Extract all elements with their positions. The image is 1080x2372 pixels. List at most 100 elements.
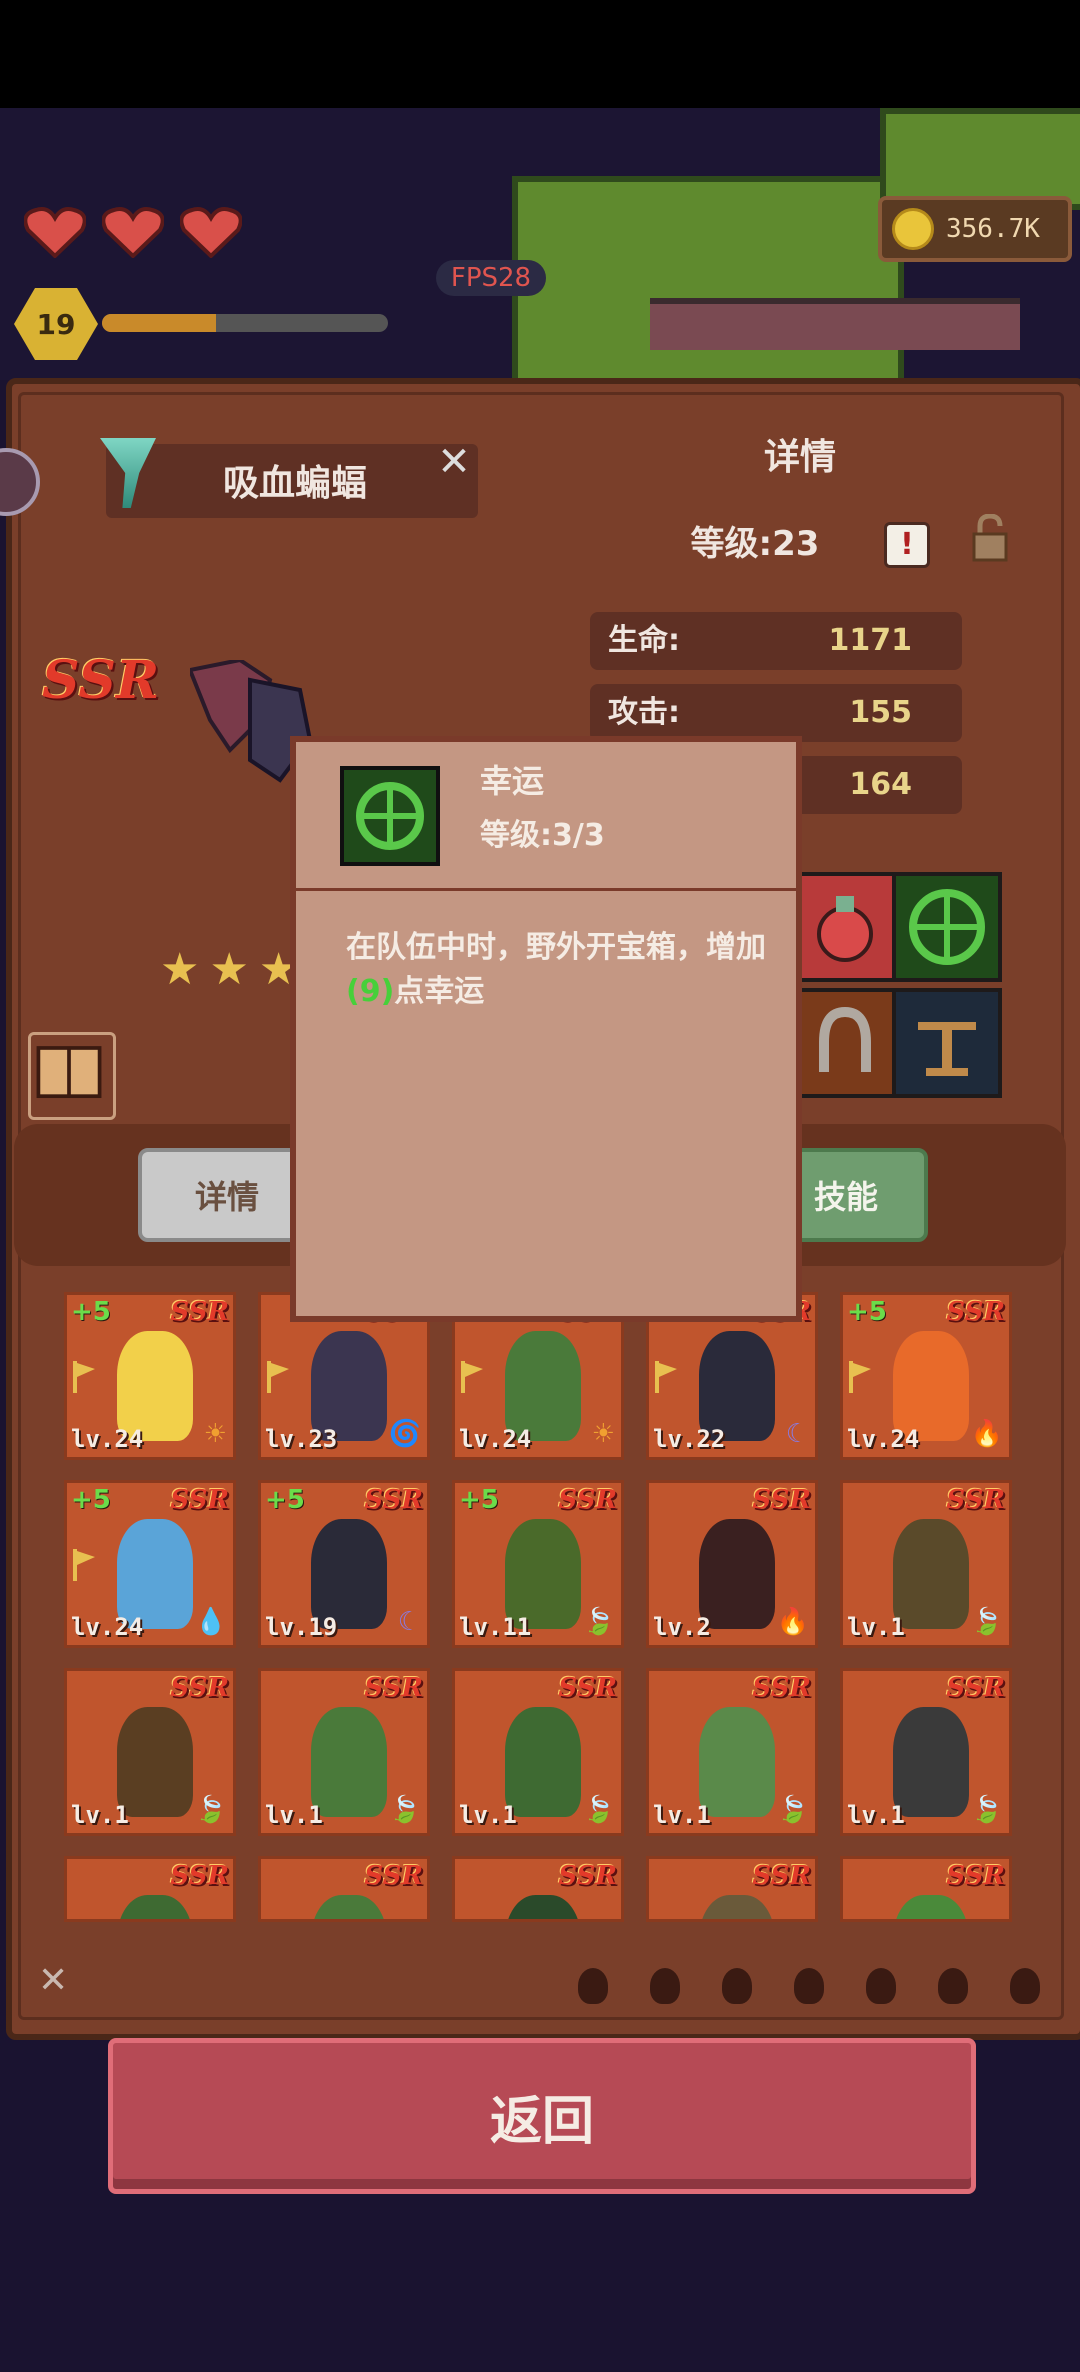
alert-icon[interactable]: ! [884,522,930,568]
earth-filter-icon[interactable] [650,1968,680,2004]
pet-card[interactable]: SSR lv.1 🍃 [840,1668,1012,1836]
pet-card[interactable]: SSR [64,1856,236,1922]
coin-icon [892,208,934,250]
dirt-ledge [650,298,1020,350]
pet-level: lv.1 [71,1801,129,1829]
leaf-icon: 🍃 [582,1795,615,1825]
leaf-filter-icon[interactable] [578,1968,608,2004]
potion-icon [817,896,873,962]
pet-card[interactable]: +5 SSR lv.19 ☾ [258,1480,430,1648]
pet-card[interactable]: SSR lv.1 🍃 [64,1668,236,1836]
stat-value: 164 [849,767,912,802]
rarity-badge: SSR [364,1673,423,1703]
stat-attack: 攻击: 155 [590,684,962,742]
pet-level: lv.24 [847,1425,920,1453]
skill-level: 等级:3/3 [480,818,605,853]
pet-card[interactable]: SSR lv.1 🍃 [258,1668,430,1836]
pet-card[interactable]: +5 SSR lv.24 🔥 [840,1292,1012,1460]
stat-label: 生命: [608,623,680,658]
luck-icon [340,766,440,866]
pet-level: lv.1 [653,1801,711,1829]
pet-card[interactable]: SSR lv.1 🍃 [646,1668,818,1836]
desc-text: 点幸运 [394,974,485,1009]
close-icon[interactable]: ✕ [432,440,476,484]
book-icon[interactable] [28,1032,116,1120]
rarity-badge: SSR [170,1673,229,1703]
rarity-badge: SSR [558,1485,617,1515]
rarity-badge: SSR [170,1297,229,1327]
pet-card[interactable]: SSR lv.1 🍃 [840,1480,1012,1648]
sun-icon: ☀ [203,1419,227,1449]
pet-level: lv.22 [653,1425,726,1453]
monster-sprite [505,1895,581,1919]
leaf-icon: 🍃 [970,1607,1003,1637]
pet-card[interactable]: +5 SSR lv.11 🍃 [452,1480,624,1648]
pet-level: lv.24 [459,1425,532,1453]
rarity-badge: SSR [170,1861,229,1891]
monster-sprite [893,1895,969,1919]
enhance-badge: +5 [71,1297,111,1327]
rarity-badge: SSR [558,1673,617,1703]
desc-text: 在队伍中时，野外开宝箱，增加 [346,930,766,965]
rarity-badge: SSR [364,1485,423,1515]
pet-card[interactable]: +5 SSR lv.24 💧 [64,1480,236,1648]
scales-icon [918,1022,976,1076]
grass-tile [512,176,904,388]
pet-level: lv.1 [265,1801,323,1829]
skill-slot-luck[interactable] [892,872,1002,982]
rarity-badge: SSR [170,1485,229,1515]
gear-filter-icon[interactable] [938,1968,968,2004]
wind-filter-icon[interactable] [794,1968,824,2004]
water-icon: 💧 [194,1607,227,1637]
pet-card[interactable]: +5 SSR lv.24 ☀ [64,1292,236,1460]
rarity-badge: SSR [946,1485,1005,1515]
skill-slot-scales[interactable] [892,988,1002,1098]
leaf-icon: 🍃 [582,1607,615,1637]
rarity-badge: SSR [752,1861,811,1891]
lock-icon[interactable] [970,514,1010,562]
rarity-badge: SSR [946,1297,1005,1327]
pet-level: lv.24 [71,1425,144,1453]
heart-icon [24,207,86,258]
rarity-badge: SSR [558,1861,617,1891]
pet-card[interactable]: SSR lv.2 🔥 [646,1480,818,1648]
stat-label: 攻击: [608,695,680,730]
rarity-badge: SSR [752,1485,811,1515]
water-filter-icon[interactable] [722,1968,752,2004]
pet-card[interactable]: SSR [258,1856,430,1922]
back-button[interactable]: 返回 [108,2038,976,2194]
pet-card[interactable]: SSR lv.1 🍃 [452,1668,624,1836]
enhance-badge: +5 [71,1485,111,1515]
rarity-badge: SSR [946,1673,1005,1703]
stat-hp: 生命: 1171 [590,612,962,670]
skill-popup: 幸运 等级:3/3 在队伍中时，野外开宝箱，增加 (9)点幸运 [290,736,802,1322]
rarity-badge: SSR [42,650,160,711]
star-icon: ★ [160,944,210,995]
flag-icon [73,1549,95,1581]
skill-slot-potion[interactable] [790,872,900,982]
rarity-badge: SSR [752,1673,811,1703]
leaf-icon: 🍃 [194,1795,227,1825]
clear-filter-icon[interactable]: ✕ [38,1960,68,2001]
skill-description: 在队伍中时，野外开宝箱，增加 (9)点幸运 [346,926,766,1014]
fire-filter-icon[interactable] [866,1968,896,2004]
fire-icon: 🔥 [970,1419,1003,1449]
pet-level: lv.1 [847,1801,905,1829]
pet-card[interactable]: SSR [452,1856,624,1922]
stat-value: 1171 [828,623,913,658]
filter-bar: ✕ [30,1960,1060,2016]
pet-name: 吸血蝙蝠 [222,463,367,504]
status-bar [0,0,1080,108]
moon-icon: ☾ [397,1607,421,1637]
flag-icon [461,1361,483,1393]
refresh-filter-icon[interactable] [1010,1968,1040,2004]
rarity-badge: SSR [946,1861,1005,1891]
skill-slot-horseshoe[interactable] [790,988,900,1098]
pet-card[interactable]: SSR [840,1856,1012,1922]
enhance-badge: +5 [847,1297,887,1327]
pet-card[interactable]: SSR [646,1856,818,1922]
pet-level: lv.2 [653,1613,711,1641]
enhance-badge: +5 [459,1485,499,1515]
monster-sprite [699,1895,775,1919]
monster-sprite [311,1895,387,1919]
